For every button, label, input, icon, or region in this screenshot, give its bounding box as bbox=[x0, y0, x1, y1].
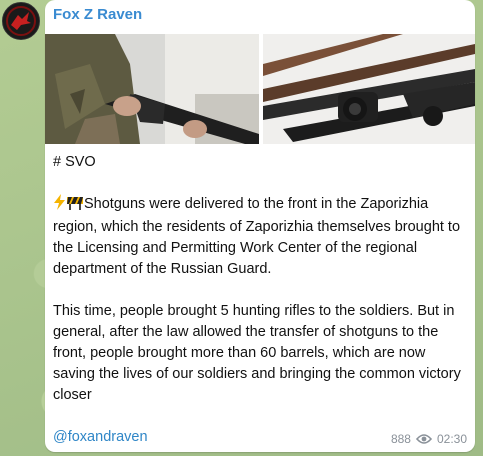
paragraph-1: Shotguns were delivered to the front in … bbox=[53, 194, 471, 280]
sender-name[interactable]: Fox Z Raven bbox=[53, 6, 142, 23]
hashtag[interactable]: # SVO bbox=[53, 152, 471, 173]
channel-avatar[interactable] bbox=[2, 2, 40, 40]
roadblock-icon bbox=[66, 194, 84, 217]
lightning-icon bbox=[53, 194, 66, 217]
message-text: # SVO Shotguns were delivered to the fro… bbox=[53, 152, 471, 448]
paragraph-1-text: Shotguns were delivered to the front in … bbox=[53, 196, 461, 277]
photo-album bbox=[45, 34, 475, 144]
message-meta: 888 02:30 bbox=[391, 432, 467, 446]
fox-raven-logo-icon bbox=[3, 3, 39, 39]
message-time: 02:30 bbox=[436, 432, 467, 446]
photo-shotguns-on-table[interactable] bbox=[263, 34, 475, 144]
message-bubble[interactable]: Fox Z Raven # SVO Shotguns were delivere… bbox=[45, 0, 475, 452]
view-count: 888 bbox=[390, 432, 411, 446]
eye-icon bbox=[415, 433, 432, 445]
paragraph-2: This time, people brought 5 hunting rifl… bbox=[53, 303, 461, 403]
photo-soldier-with-shotgun[interactable] bbox=[45, 34, 259, 144]
